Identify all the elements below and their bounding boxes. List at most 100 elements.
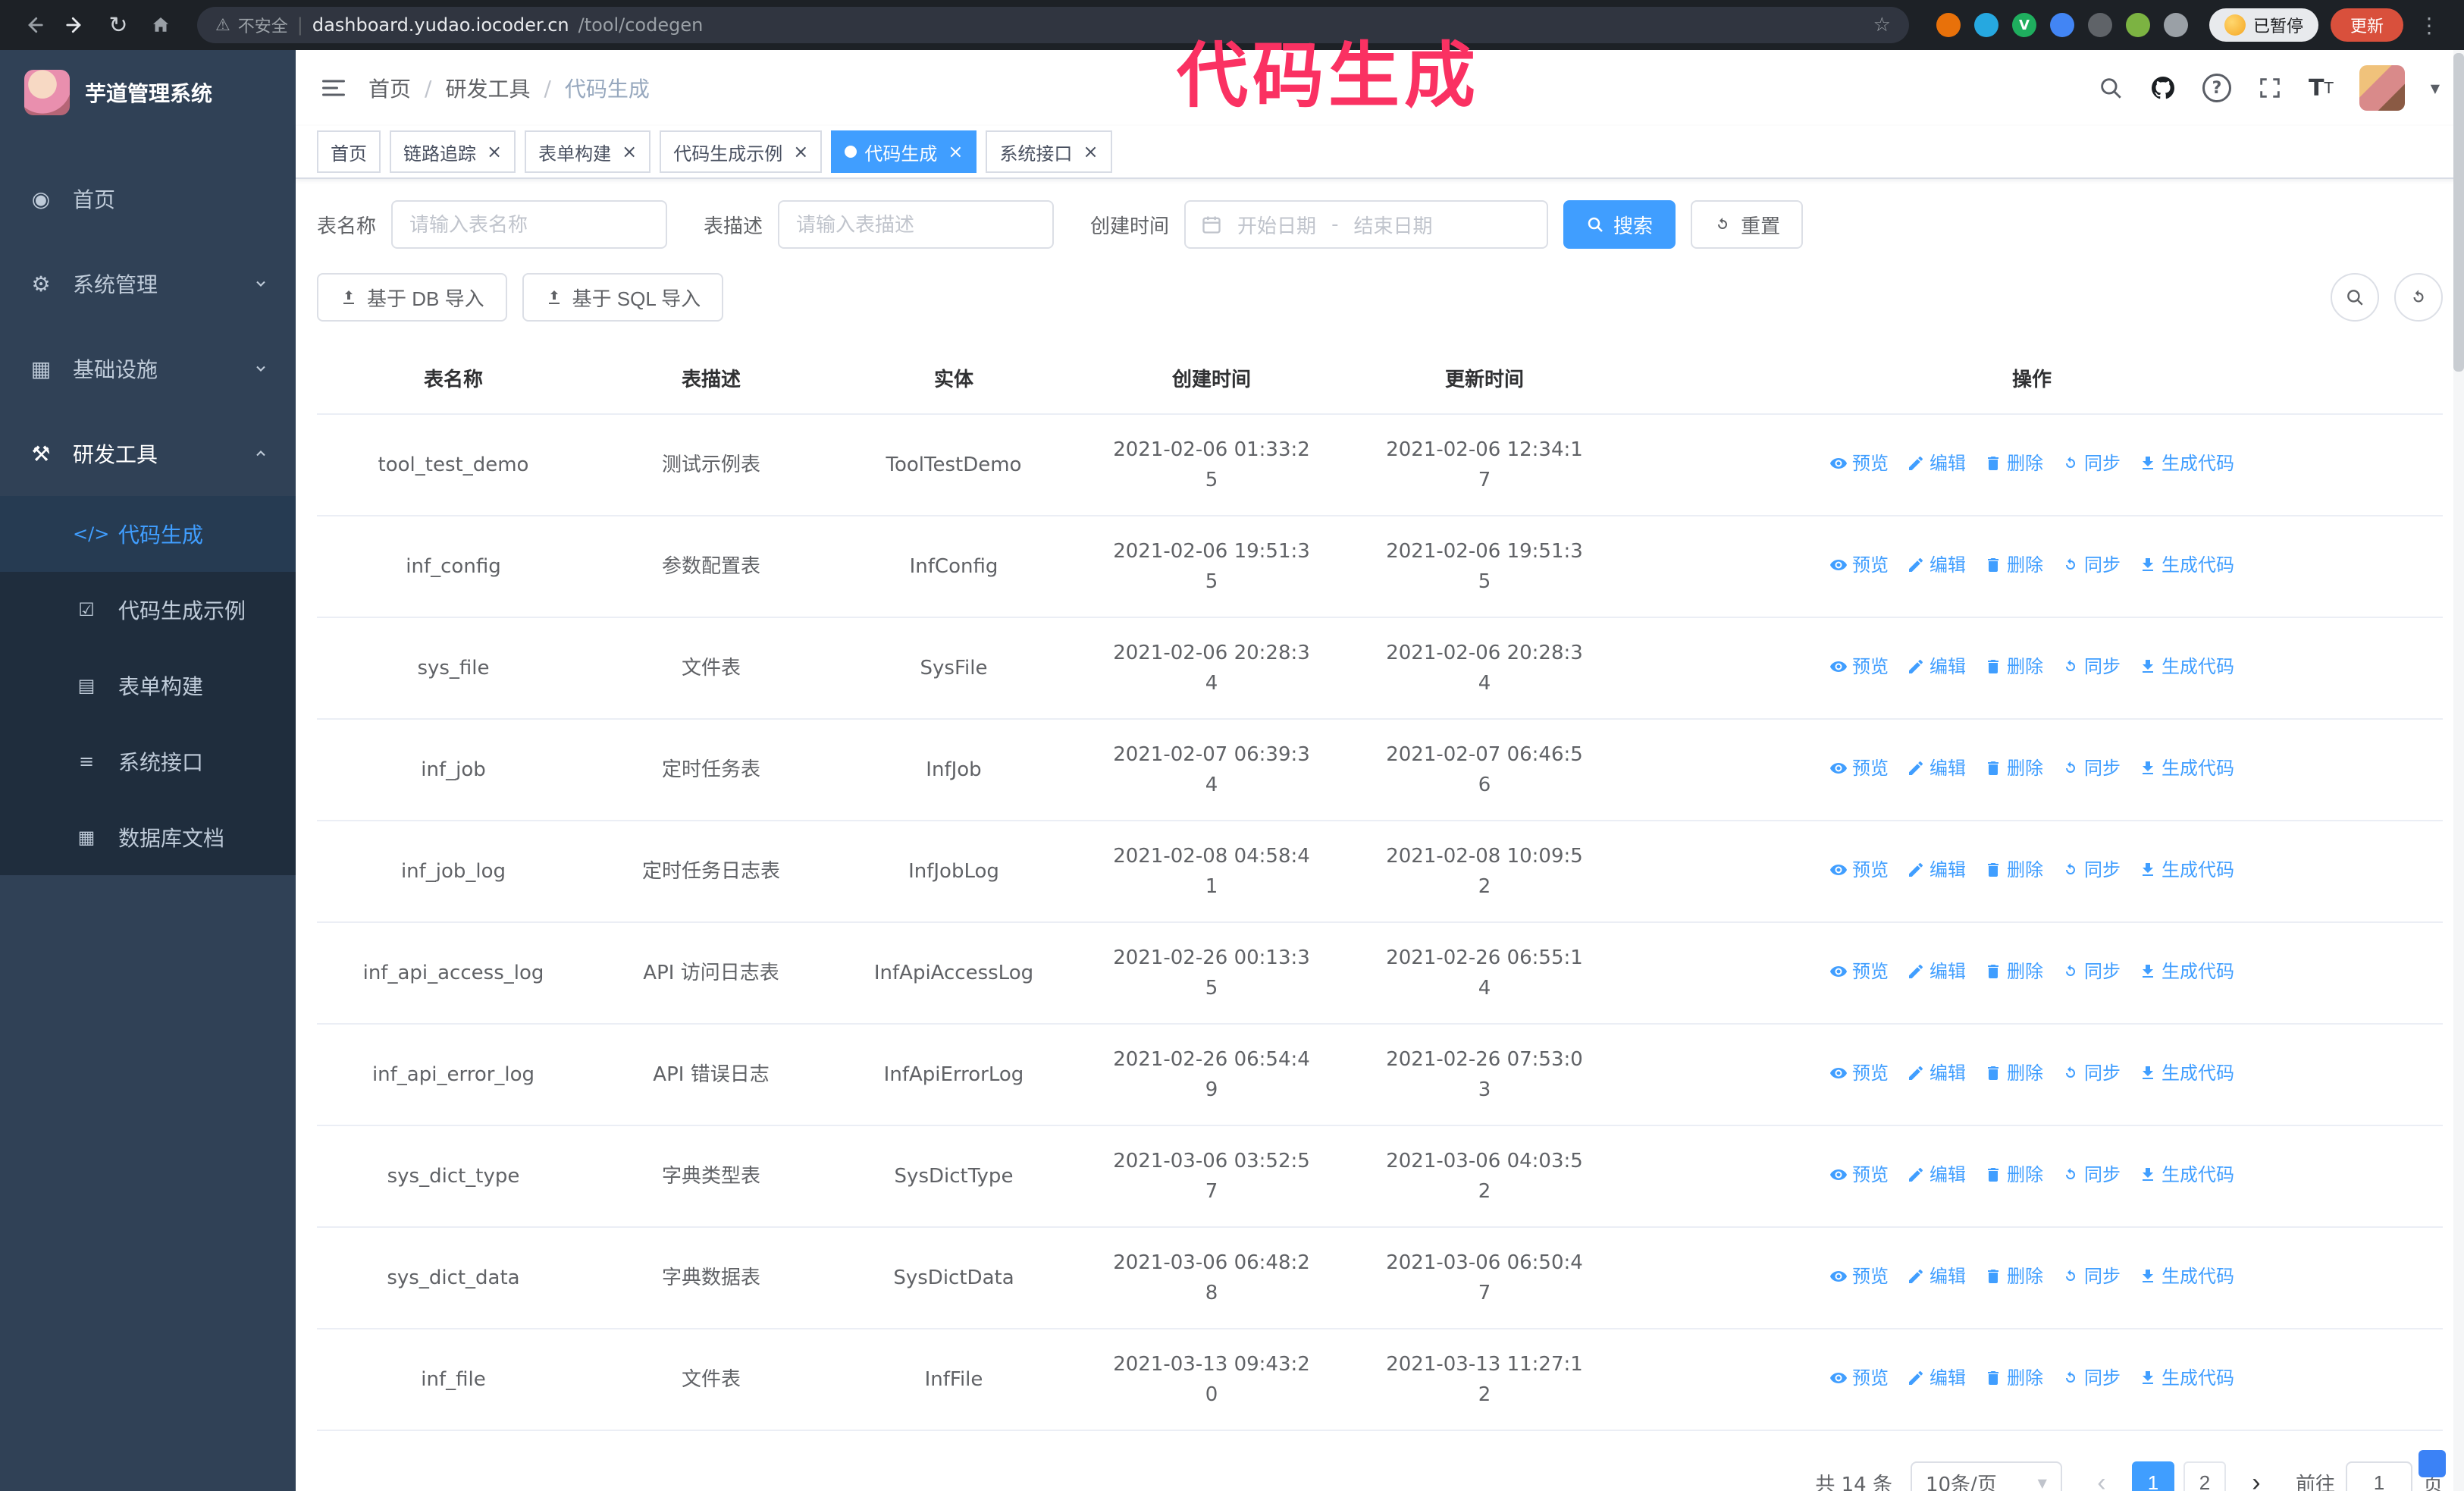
chrome-update-button[interactable]: 更新 (2330, 8, 2403, 42)
browser-home-icon[interactable] (143, 7, 179, 43)
reset-button[interactable]: 重置 (1691, 200, 1804, 249)
action-edit-link[interactable]: 编辑 (1907, 1261, 1966, 1292)
import-db-button[interactable]: 基于 DB 导入 (317, 273, 507, 322)
sidebar-item-home[interactable]: ◉ 首页 (0, 156, 296, 241)
close-icon[interactable]: × (487, 141, 502, 162)
browser-menu-icon[interactable]: ⋮ (2409, 13, 2449, 38)
action-edit-link[interactable]: 编辑 (1907, 1363, 1966, 1393)
search-icon[interactable] (2098, 75, 2124, 101)
action-delete-link[interactable]: 删除 (1984, 448, 2043, 479)
action-delete-link[interactable]: 删除 (1984, 1261, 2043, 1292)
action-preview-link[interactable]: 预览 (1829, 1160, 1889, 1190)
action-delete-link[interactable]: 删除 (1984, 1058, 2043, 1088)
sidebar-item-api[interactable]: ≡ 系统接口 (0, 724, 296, 799)
close-icon[interactable]: × (948, 141, 963, 162)
action-generate-link[interactable]: 生成代码 (2139, 1363, 2234, 1393)
scrollbar[interactable] (2453, 50, 2464, 1491)
action-delete-link[interactable]: 删除 (1984, 956, 2043, 987)
fullscreen-icon[interactable] (2257, 75, 2283, 101)
toggle-search-button[interactable] (2331, 273, 2379, 322)
page-size-select[interactable]: 10条/页 ▼ (1910, 1461, 2062, 1491)
action-sync-link[interactable]: 同步 (2061, 550, 2121, 580)
action-sync-link[interactable]: 同步 (2061, 1160, 2121, 1190)
refresh-table-button[interactable] (2394, 273, 2443, 322)
goto-page-input[interactable] (2345, 1461, 2412, 1491)
extension-icon-leaf[interactable] (2125, 13, 2150, 37)
action-delete-link[interactable]: 删除 (1984, 753, 2043, 783)
breadcrumb-home[interactable]: 首页 (368, 73, 411, 103)
action-edit-link[interactable]: 编辑 (1907, 956, 1966, 987)
action-generate-link[interactable]: 生成代码 (2139, 448, 2234, 479)
action-sync-link[interactable]: 同步 (2061, 1363, 2121, 1393)
action-generate-link[interactable]: 生成代码 (2139, 1261, 2234, 1292)
action-generate-link[interactable]: 生成代码 (2139, 1058, 2234, 1088)
tab-home[interactable]: 首页 (317, 130, 381, 173)
extension-icon-green-v[interactable]: V (2011, 13, 2036, 37)
action-preview-link[interactable]: 预览 (1829, 855, 1889, 885)
action-sync-link[interactable]: 同步 (2061, 651, 2121, 682)
action-preview-link[interactable]: 预览 (1829, 1058, 1889, 1088)
help-icon[interactable]: ? (2202, 74, 2231, 102)
action-sync-link[interactable]: 同步 (2061, 753, 2121, 783)
sidebar-item-dev-tools[interactable]: ⚒ 研发工具 (0, 411, 296, 496)
action-generate-link[interactable]: 生成代码 (2139, 753, 2234, 783)
sidebar-item-codegen[interactable]: </> 代码生成 (0, 496, 296, 572)
action-generate-link[interactable]: 生成代码 (2139, 956, 2234, 987)
page-button-2[interactable]: 2 (2183, 1461, 2226, 1491)
bookmark-star-icon[interactable]: ☆ (1873, 14, 1891, 36)
float-widget[interactable] (2419, 1450, 2446, 1477)
action-edit-link[interactable]: 编辑 (1907, 1160, 1966, 1190)
import-sql-button[interactable]: 基于 SQL 导入 (522, 273, 724, 322)
sidebar-item-db-doc[interactable]: ▦ 数据库文档 (0, 799, 296, 875)
user-avatar[interactable] (2359, 65, 2405, 111)
action-generate-link[interactable]: 生成代码 (2139, 855, 2234, 885)
action-preview-link[interactable]: 预览 (1829, 1363, 1889, 1393)
action-sync-link[interactable]: 同步 (2061, 1261, 2121, 1292)
browser-reload-icon[interactable]: ↻ (100, 7, 136, 43)
sidebar-item-form-builder[interactable]: ▤ 表单构建 (0, 648, 296, 724)
sidebar-item-infra[interactable]: ▦ 基础设施 (0, 326, 296, 411)
extension-icon-orange[interactable] (1936, 13, 1961, 37)
close-icon[interactable]: × (793, 141, 808, 162)
sidebar-item-codegen-example[interactable]: ☑ 代码生成示例 (0, 572, 296, 648)
scrollbar-thumb[interactable] (2453, 53, 2464, 372)
tab-codegen[interactable]: 代码生成 × (831, 130, 977, 173)
action-edit-link[interactable]: 编辑 (1907, 448, 1966, 479)
address-bar[interactable]: ⚠ 不安全 | dashboard.yudao.iocoder.cn/tool/c… (197, 7, 1909, 43)
action-delete-link[interactable]: 删除 (1984, 1363, 2043, 1393)
action-edit-link[interactable]: 编辑 (1907, 651, 1966, 682)
action-sync-link[interactable]: 同步 (2061, 448, 2121, 479)
action-generate-link[interactable]: 生成代码 (2139, 550, 2234, 580)
action-sync-link[interactable]: 同步 (2061, 855, 2121, 885)
create-time-range-picker[interactable]: 开始日期 - 结束日期 (1184, 200, 1549, 249)
action-delete-link[interactable]: 删除 (1984, 1160, 2043, 1190)
action-sync-link[interactable]: 同步 (2061, 1058, 2121, 1088)
action-preview-link[interactable]: 预览 (1829, 651, 1889, 682)
tab-tracer[interactable]: 链路追踪 × (390, 130, 516, 173)
action-preview-link[interactable]: 预览 (1829, 753, 1889, 783)
action-edit-link[interactable]: 编辑 (1907, 550, 1966, 580)
extension-icon-people[interactable] (2049, 13, 2074, 37)
action-edit-link[interactable]: 编辑 (1907, 855, 1966, 885)
action-preview-link[interactable]: 预览 (1829, 1261, 1889, 1292)
tab-form-builder[interactable]: 表单构建 × (525, 130, 651, 173)
tab-api[interactable]: 系统接口 × (986, 130, 1112, 173)
action-preview-link[interactable]: 预览 (1829, 448, 1889, 479)
action-delete-link[interactable]: 删除 (1984, 651, 2043, 682)
browser-forward-icon[interactable] (58, 7, 94, 43)
table-name-input[interactable] (391, 200, 668, 249)
close-icon[interactable]: × (622, 141, 637, 162)
font-size-icon[interactable]: TT (2309, 75, 2334, 102)
action-delete-link[interactable]: 删除 (1984, 550, 2043, 580)
action-preview-link[interactable]: 预览 (1829, 956, 1889, 987)
close-icon[interactable]: × (1083, 141, 1098, 162)
github-icon[interactable] (2149, 74, 2177, 102)
search-button[interactable]: 搜索 (1563, 200, 1676, 249)
action-edit-link[interactable]: 编辑 (1907, 753, 1966, 783)
action-sync-link[interactable]: 同步 (2061, 956, 2121, 987)
action-preview-link[interactable]: 预览 (1829, 550, 1889, 580)
avatar-caret-icon[interactable]: ▼ (2431, 81, 2440, 96)
page-button-1[interactable]: 1 (2131, 1461, 2174, 1491)
menu-fold-icon[interactable] (320, 74, 347, 102)
action-generate-link[interactable]: 生成代码 (2139, 1160, 2234, 1190)
